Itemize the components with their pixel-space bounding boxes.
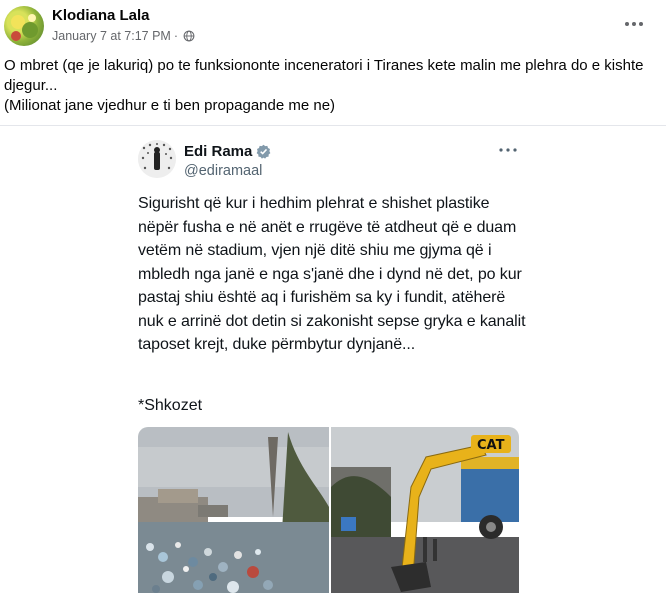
tweet-avatar bbox=[138, 140, 176, 178]
globe-icon[interactable] bbox=[183, 30, 195, 42]
post-text: O mbret (qe je lakuriq) po te funksionon… bbox=[4, 56, 654, 116]
post-meta: January 7 at 7:17 PM · bbox=[52, 29, 195, 43]
cat-brand-label: CAT bbox=[477, 438, 505, 453]
post-text-line: O mbret (qe je lakuriq) po te funksionon… bbox=[4, 57, 644, 94]
post-header: Klodiana Lala January 7 at 7:17 PM · bbox=[0, 0, 666, 52]
divider bbox=[0, 125, 666, 126]
more-options-button[interactable] bbox=[622, 12, 646, 36]
post-text-line: (Milionat jane vjedhur e ti ben propagan… bbox=[4, 97, 336, 114]
tweet-footnote: *Shkozet bbox=[138, 397, 203, 414]
author-avatar[interactable] bbox=[4, 6, 44, 46]
tweet-author-name: Edi Rama bbox=[184, 143, 271, 160]
flood-garbage-photo bbox=[138, 427, 329, 593]
author-name[interactable]: Klodiana Lala bbox=[52, 7, 150, 24]
tweet-body-text: Sigurisht që kur i hedhim plehrat e shis… bbox=[138, 195, 526, 353]
post-date[interactable]: January 7 at 7:17 PM bbox=[52, 29, 171, 43]
tweet-screenshot-image[interactable]: Edi Rama @ediramaal Sigurisht që kur i h… bbox=[128, 127, 540, 593]
ellipsis-icon bbox=[625, 22, 643, 26]
tweet-ellipsis-icon bbox=[499, 148, 517, 152]
tweet-body: Sigurisht që kur i hedhim plehrat e shis… bbox=[138, 192, 533, 357]
tweet-author-name-text: Edi Rama bbox=[184, 143, 253, 160]
meta-separator: · bbox=[173, 29, 178, 43]
verified-badge-icon bbox=[257, 144, 271, 159]
excavator-photo: CAT bbox=[331, 427, 519, 593]
tweet-handle: @ediramaal bbox=[184, 163, 263, 179]
